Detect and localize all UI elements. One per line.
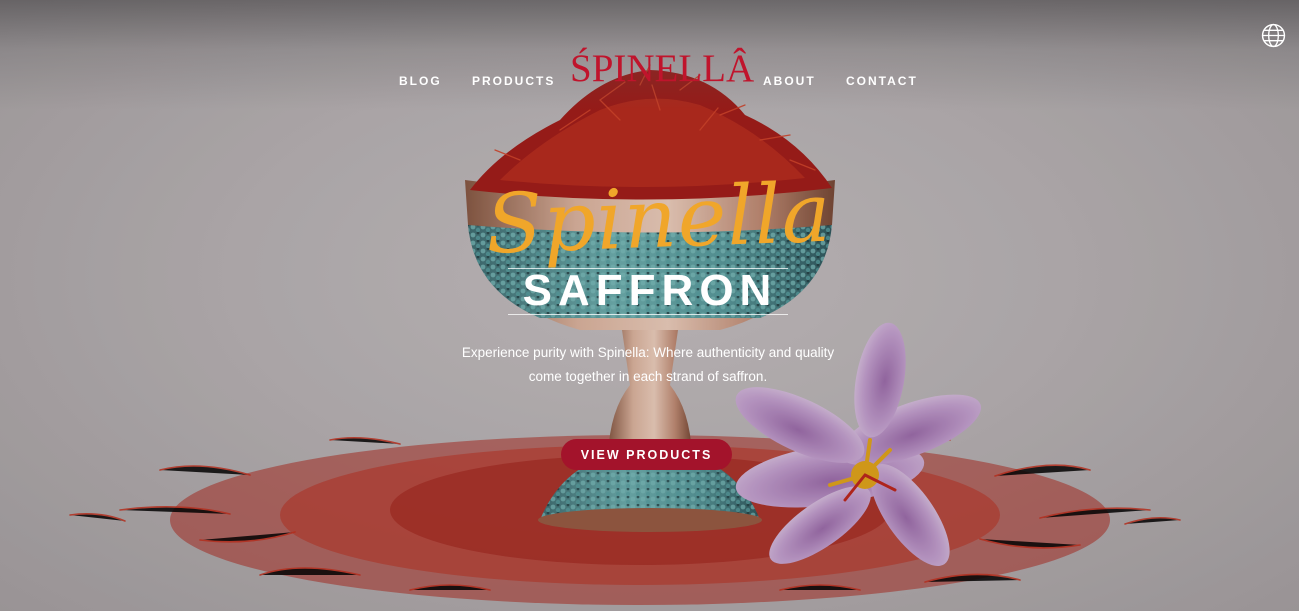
nav-link-about[interactable]: ABOUT [763, 74, 816, 88]
nav-link-products[interactable]: PRODUCTS [472, 74, 555, 88]
view-products-button[interactable]: VIEW PRODUCTS [561, 439, 732, 470]
hero-tagline-line-1: Experience purity with Spinella: Where a… [461, 345, 835, 360]
nav-link-contact[interactable]: CONTACT [846, 74, 918, 88]
hero-section: BLOG PRODUCTS ABOUT CONTACT ŚPINELLÂ Spi… [0, 0, 1299, 611]
hero-script-title: Spinella [484, 165, 834, 273]
hero-tagline-line-2: come together in each strand of saffron. [528, 369, 768, 384]
hero-tagline: Experience purity with Spinella: Where a… [430, 341, 866, 389]
hero-main-title: SAFFRON [522, 266, 778, 315]
nav-link-blog[interactable]: BLOG [399, 74, 442, 88]
site-logo[interactable]: ŚPINELLÂ [570, 46, 754, 92]
title-divider-bottom [508, 314, 788, 315]
globe-icon[interactable] [1261, 23, 1286, 48]
